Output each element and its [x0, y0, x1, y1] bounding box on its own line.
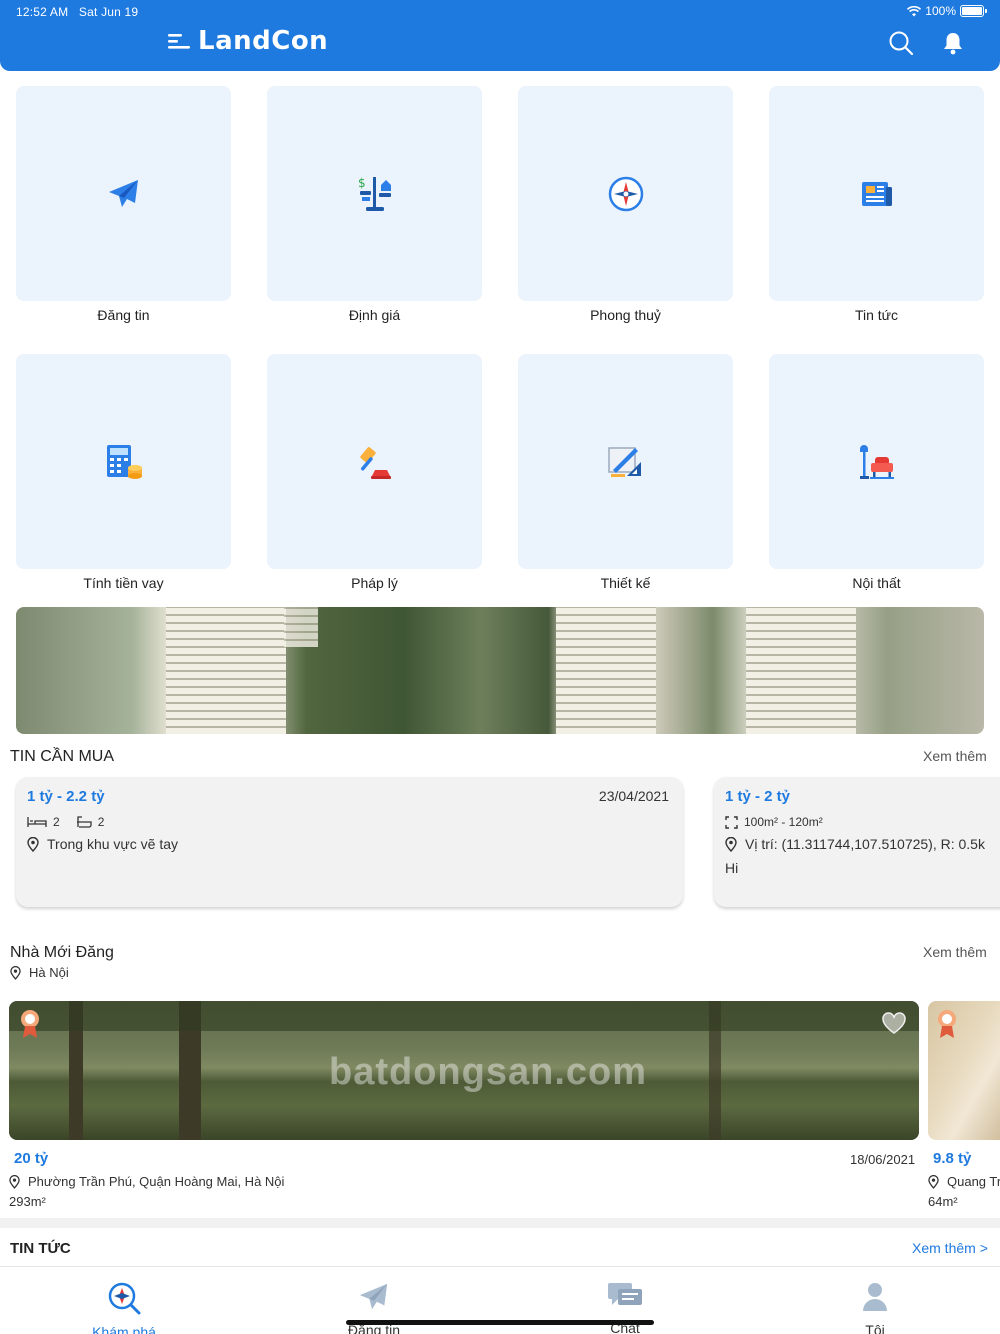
tile-label: Tin tức — [854, 307, 899, 323]
explore-icon — [108, 1282, 141, 1315]
ribbon-badge-icon — [21, 1010, 39, 1038]
buy-price: 1 tỷ - 2 tỷ — [725, 788, 791, 805]
price-scale-icon: $ — [358, 176, 391, 211]
listing-address: Phường Trần Phú, Quận Hoàng Mai, Hà Nội — [9, 1174, 284, 1189]
battery-percent: 100% — [925, 4, 956, 18]
newspaper-icon — [861, 181, 892, 206]
home-indicator — [346, 1320, 654, 1325]
listing-area: 293m² — [9, 1194, 46, 1209]
section-divider — [0, 1218, 1000, 1228]
chat-icon — [608, 1283, 642, 1305]
buy-price: 1 tỷ - 2.2 tỷ — [27, 788, 105, 805]
buy-card[interactable]: 1 tỷ - 2.2 tỷ 23/04/2021 2 2 Trong khu v… — [16, 777, 683, 907]
status-right: 100% — [907, 4, 987, 18]
tile-tin-tuc[interactable] — [769, 86, 984, 301]
logo-text: LandCon — [198, 26, 329, 56]
listing-image[interactable] — [928, 1001, 1000, 1140]
section-title-news: TIN TỨC — [10, 1240, 71, 1257]
buy-note: Hi — [725, 860, 739, 876]
tile-tinh-tien-vay[interactable] — [16, 354, 231, 569]
tile-label: Định giá — [348, 307, 401, 323]
tab-kham-pha[interactable]: Khám phá — [64, 1281, 184, 1334]
menu-lines-icon — [168, 34, 190, 49]
listing-area: 64m² — [928, 1194, 958, 1209]
app-logo[interactable]: LandCon — [168, 26, 328, 56]
tile-label: Phong thuỷ — [590, 307, 661, 323]
tile-thiet-ke[interactable] — [518, 354, 733, 569]
bathtub-icon — [76, 816, 92, 828]
tile-phong-thuy[interactable] — [518, 86, 733, 301]
tile-label: Thiết kế — [600, 575, 651, 591]
armchair-lamp-icon — [859, 444, 894, 479]
search-icon[interactable] — [888, 30, 914, 56]
ribbon-badge-icon — [938, 1010, 956, 1038]
listing-address: Quang Tr — [928, 1174, 1000, 1189]
buy-location: Vị trí: (11.311744,107.510725), R: 0.5k — [725, 836, 985, 852]
status-time: 12:52 AM Sat Jun 19 — [16, 5, 139, 19]
tile-label: Tính tiền vay — [83, 575, 164, 591]
battery-icon — [960, 5, 987, 17]
calculator-coins-icon — [106, 444, 142, 479]
see-more-buy-link[interactable]: Xem thêm — [923, 748, 987, 764]
tile-dinh-gia[interactable]: $ — [267, 86, 482, 301]
section-title-new: Nhà Mới Đăng — [10, 944, 114, 961]
location-pin-icon — [928, 1174, 939, 1189]
buy-date: 23/04/2021 — [598, 788, 669, 804]
area-icon — [725, 815, 738, 829]
heart-icon[interactable] — [881, 1011, 907, 1035]
tile-label: Nội thất — [852, 575, 901, 591]
gavel-icon — [359, 446, 391, 479]
see-more-new-link[interactable]: Xem thêm — [923, 944, 987, 960]
user-icon — [863, 1283, 887, 1311]
promo-banner[interactable] — [16, 607, 984, 734]
buy-area: 100m² - 120m² — [725, 815, 823, 829]
bed-icon — [27, 817, 47, 827]
buy-features: 2 2 — [27, 815, 104, 829]
listing-watermark: batdongsan.com — [329, 1051, 648, 1093]
buy-card[interactable]: 1 tỷ - 2 tỷ 100m² - 120m² Vị trí: (11.31… — [714, 777, 1000, 907]
tile-phap-ly[interactable] — [267, 354, 482, 569]
tab-toi[interactable]: Tôi — [815, 1281, 935, 1334]
paper-plane-icon — [108, 179, 138, 207]
listing-price: 9.8 tỷ — [933, 1150, 972, 1167]
tile-label: Đăng tin — [97, 307, 150, 323]
svg-text:$: $ — [358, 176, 366, 190]
listing-price: 20 tỷ — [14, 1150, 49, 1167]
location-pin-icon — [9, 1174, 20, 1189]
section-title-buy: TIN CẦN MUA — [10, 748, 114, 765]
listing-date: 18/06/2021 — [850, 1152, 916, 1167]
design-ruler-icon — [607, 446, 641, 477]
tile-dang-tin[interactable] — [16, 86, 231, 301]
see-more-news-link[interactable]: Xem thêm > — [912, 1240, 988, 1256]
listing-image[interactable]: batdongsan.com — [9, 1001, 919, 1140]
location-pin-icon — [10, 965, 21, 980]
app-header: 12:52 AM Sat Jun 19 100% LandCon — [0, 0, 1000, 71]
tile-label: Pháp lý — [351, 575, 398, 591]
send-icon — [359, 1283, 388, 1310]
wifi-icon — [907, 5, 922, 16]
location-pin-icon — [725, 836, 737, 852]
compass-icon — [608, 176, 643, 211]
buy-location: Trong khu vực vẽ tay — [27, 836, 178, 852]
location-pin-icon — [27, 836, 39, 852]
tile-noi-that[interactable] — [769, 354, 984, 569]
bell-icon[interactable] — [940, 30, 966, 56]
tab-chat[interactable]: Chat — [565, 1281, 685, 1334]
tab-dang-tin[interactable]: Đăng tin — [314, 1281, 434, 1334]
new-city[interactable]: Hà Nội — [10, 965, 69, 980]
